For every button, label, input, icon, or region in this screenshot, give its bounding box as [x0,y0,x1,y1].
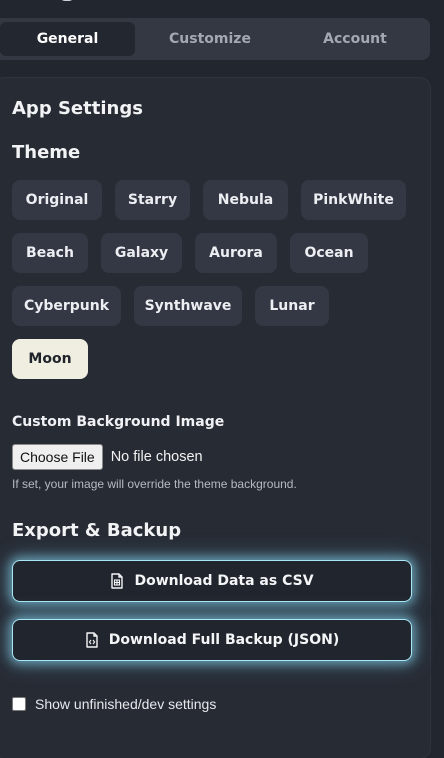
theme-option-lunar[interactable]: Lunar [255,286,329,326]
file-input: Choose File No file chosen [12,444,203,470]
theme-option-synthwave[interactable]: Synthwave [134,286,242,326]
tab-account[interactable]: Account [285,22,425,56]
theme-option-original[interactable]: Original [12,180,102,220]
download-json-label: Download Full Backup (JSON) [108,632,340,648]
download-csv-button[interactable]: Download Data as CSV [12,560,412,602]
custom-background-label: Custom Background Image [12,414,225,430]
tab-customize[interactable]: Customize [140,22,280,56]
download-json-button[interactable]: Download Full Backup (JSON) [12,619,412,661]
theme-option-beach[interactable]: Beach [12,233,88,273]
theme-heading: Theme [12,142,81,163]
file-code-icon [85,632,99,648]
theme-option-ocean[interactable]: Ocean [290,233,368,273]
theme-option-aurora[interactable]: Aurora [195,233,277,273]
theme-option-galaxy[interactable]: Galaxy [101,233,182,273]
settings-tab-bar: General Customize Account [0,18,430,60]
clipped-title-fragment [60,0,74,1]
custom-background-helper: If set, your image will override the the… [12,477,297,491]
tab-general[interactable]: General [0,22,135,56]
dev-settings-label: Show unfinished/dev settings [35,696,217,712]
theme-option-moon[interactable]: Moon [12,339,88,379]
theme-option-starry[interactable]: Starry [115,180,190,220]
theme-option-nebula[interactable]: Nebula [203,180,288,220]
theme-option-pinkwhite[interactable]: PinkWhite [301,180,406,220]
theme-option-cyberpunk[interactable]: Cyberpunk [12,286,121,326]
app-settings-heading: App Settings [12,98,143,119]
export-backup-heading: Export & Backup [12,520,182,541]
file-status-text: No file chosen [110,449,203,465]
dev-settings-checkbox[interactable] [12,697,26,711]
choose-file-button[interactable]: Choose File [12,444,103,470]
dev-settings-toggle[interactable]: Show unfinished/dev settings [12,696,216,712]
download-csv-label: Download Data as CSV [134,573,314,589]
file-spreadsheet-icon [110,573,124,589]
